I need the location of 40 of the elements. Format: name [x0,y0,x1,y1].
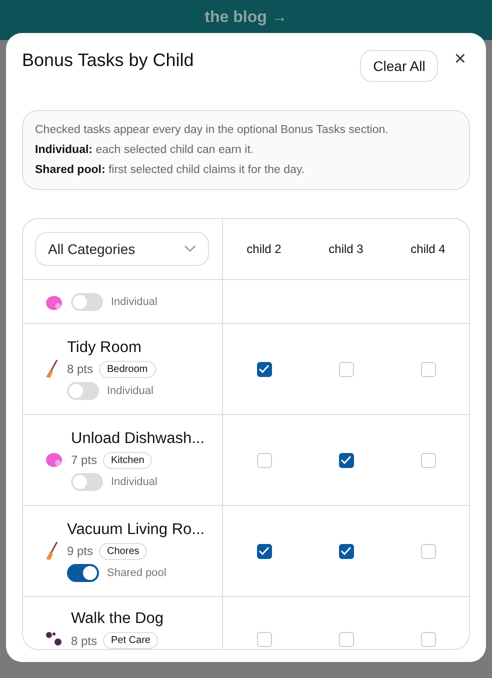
mode-toggle[interactable] [71,472,103,490]
task-name: Vacuum Living Ro... [67,520,205,538]
task-points: 9 pts [67,544,94,558]
task-points: 8 pts [71,634,98,648]
mode-label: Individual [107,384,154,396]
info-text: Individual: each selected child can earn it. [35,144,254,156]
sponge-icon [45,295,63,311]
paw-prints-icon [45,631,63,647]
column-header: child 4 [410,242,446,256]
category-select[interactable]: All Categories [35,232,209,266]
mode-toggle[interactable] [71,293,103,311]
checkbox[interactable] [256,362,272,376]
mode-label: Individual [111,296,158,308]
category-tag: Pet Care [103,632,158,649]
column-header: child 2 [246,242,282,256]
task-points: 7 pts [71,453,98,467]
sponge-icon [45,452,63,468]
mode-toggle[interactable] [67,564,99,582]
category-tag: Bedroom [99,360,156,378]
broom-icon [45,541,59,561]
close-button[interactable]: × [450,48,470,71]
checkbox[interactable] [338,452,354,468]
broom-icon [45,359,59,379]
task-name: Tidy Room [67,338,142,356]
column-header: child 3 [328,242,364,256]
info-text: Shared pool: first selected child claims it for the day. [35,164,304,176]
chevron-down-icon [184,245,196,253]
mode-label: Individual [111,476,158,488]
category-tag: Chores [99,542,148,560]
mode-label: Shared pool [107,566,166,578]
mode-toggle[interactable] [67,382,99,400]
category-tag: Kitchen [103,452,152,468]
dialog-title: Bonus Tasks by Child [22,50,195,71]
info-text: Checked tasks appear every day in the optional Bonus Tasks section. [35,124,388,136]
clear-all-button[interactable]: Clear All [360,50,438,82]
task-name: Unload Dishwash... [71,430,205,448]
task-points: 8 pts [67,362,94,376]
checkbox[interactable] [338,544,354,558]
task-name: Walk the Dog [71,610,164,628]
checkbox[interactable] [256,544,272,558]
